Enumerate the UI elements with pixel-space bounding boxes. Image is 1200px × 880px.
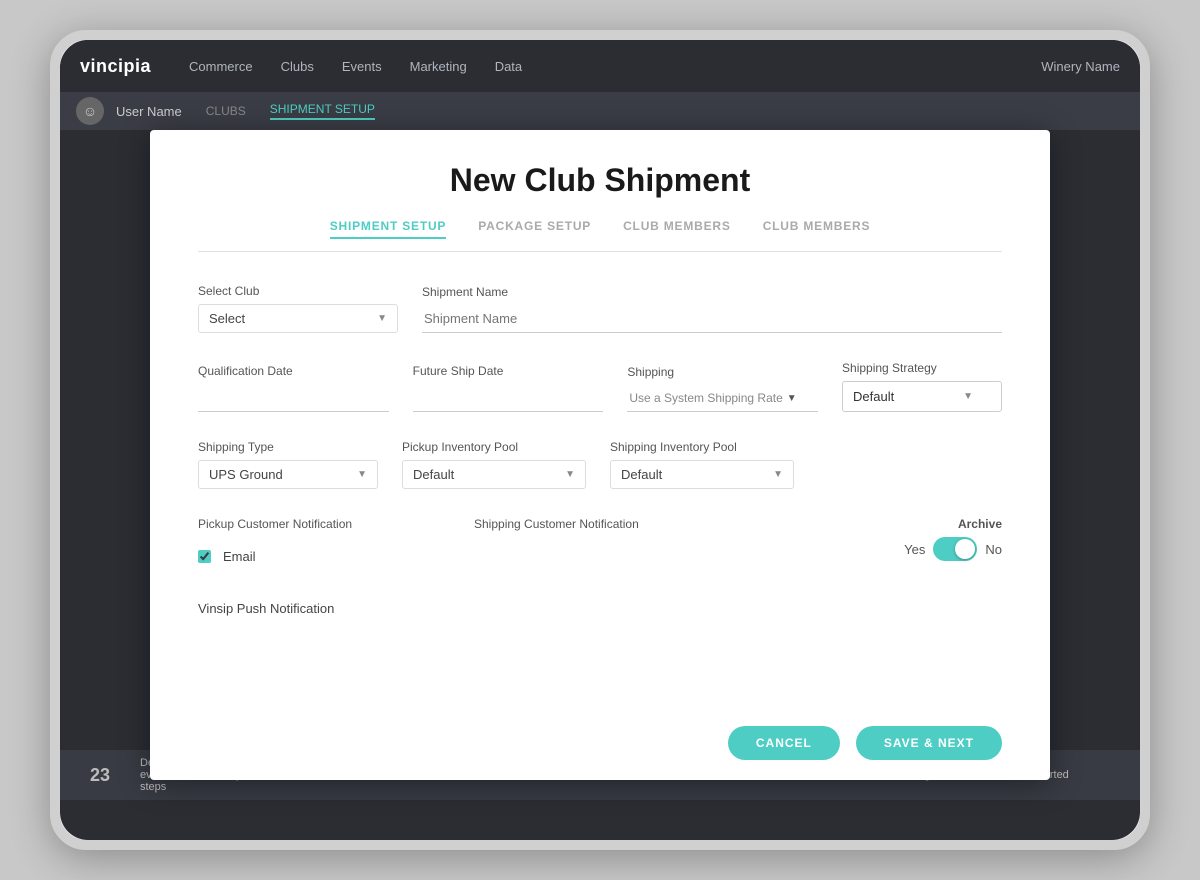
shipping-type-value: UPS Ground: [209, 467, 283, 482]
shipping-type-chevron-icon: ▼: [357, 469, 367, 480]
tab-club-members-1[interactable]: CLUB MEMBERS: [623, 219, 731, 239]
form-group-strategy: Shipping Strategy Default ▼: [842, 361, 1002, 412]
no-label: No: [985, 542, 1002, 557]
shipping-strategy-label: Shipping Strategy: [842, 361, 1002, 375]
vinsip-push-label: Vinsip Push Notification: [198, 601, 1002, 616]
form-group-pickup-inventory: Pickup Inventory Pool Default ▼: [402, 440, 586, 489]
tab-package-setup[interactable]: PACKAGE SETUP: [478, 219, 591, 239]
shipping-inventory-label: Shipping Inventory Pool: [610, 440, 794, 454]
email-label: Email: [223, 549, 256, 564]
shipment-name-input[interactable]: [422, 305, 1002, 333]
modal-footer: CANCEL SAVE & NEXT: [150, 710, 1050, 780]
form-group-shipping: Shipping Use a System Shipping Rate ▼: [627, 365, 818, 412]
future-ship-date-label: Future Ship Date: [413, 364, 604, 378]
nav-data[interactable]: Data: [495, 59, 522, 74]
modal-title: New Club Shipment: [198, 162, 1002, 199]
tablet-side-button[interactable]: [50, 380, 54, 410]
shipment-name-label: Shipment Name: [422, 285, 1002, 299]
shipping-notif-title: Shipping Customer Notification: [474, 517, 726, 531]
cancel-button[interactable]: CANCEL: [728, 726, 840, 760]
form-group-shipping-notif: Shipping Customer Notification: [474, 517, 726, 539]
select-club-value: Select: [209, 311, 245, 326]
tablet-shell: vincipia Commerce Clubs Events Marketing…: [50, 30, 1150, 850]
toggle-thumb: [955, 539, 975, 559]
pickup-notif-title: Pickup Customer Notification: [198, 517, 450, 531]
archive-label: Archive: [750, 517, 1002, 531]
yes-label: Yes: [904, 542, 925, 557]
avatar: ☺: [76, 97, 104, 125]
archive-section: Archive Yes No: [750, 517, 1002, 561]
shipping-label: Shipping: [627, 365, 818, 379]
nav-events[interactable]: Events: [342, 59, 382, 74]
pickup-inventory-select[interactable]: Default ▼: [402, 460, 586, 489]
shipping-strategy-select[interactable]: Default ▼: [842, 381, 1002, 412]
form-group-shipping-inventory: Shipping Inventory Pool Default ▼: [610, 440, 794, 489]
shipping-type-label: Shipping Type: [198, 440, 378, 454]
nav-clubs[interactable]: Clubs: [281, 59, 314, 74]
nav-marketing[interactable]: Marketing: [410, 59, 467, 74]
select-club-label: Select Club: [198, 284, 398, 298]
form-group-shipping-type: Shipping Type UPS Ground ▼: [198, 440, 378, 489]
select-club-chevron-icon: ▼: [377, 313, 387, 324]
user-bar-tab-clubs[interactable]: CLUBS: [206, 104, 246, 118]
future-ship-date-input[interactable]: [413, 384, 604, 412]
tab-shipment-setup[interactable]: SHIPMENT SETUP: [330, 219, 447, 239]
qualification-date-input[interactable]: [198, 384, 389, 412]
form-group-qual-date: Qualification Date: [198, 364, 389, 412]
form-group-pickup-notif: Pickup Customer Notification Email: [198, 517, 450, 564]
qualification-date-label: Qualification Date: [198, 364, 389, 378]
user-bar-tab-shipment[interactable]: SHIPMENT SETUP: [270, 102, 375, 120]
tablet-screen: vincipia Commerce Clubs Events Marketing…: [60, 40, 1140, 840]
user-bar: ☺ User Name CLUBS SHIPMENT SETUP: [60, 92, 1140, 130]
form-row-3: Shipping Type UPS Ground ▼ Pickup Invent…: [198, 440, 1002, 489]
form-group-shipment-name: Shipment Name: [422, 285, 1002, 333]
modal-content: New Club Shipment SHIPMENT SETUP PACKAGE…: [150, 130, 1050, 710]
toggle-row: Yes No: [750, 537, 1002, 561]
pickup-inventory-chevron-icon: ▼: [565, 469, 575, 480]
form-group-future-ship: Future Ship Date: [413, 364, 604, 412]
save-next-button[interactable]: SAVE & NEXT: [856, 726, 1002, 760]
tablet-home-button[interactable]: [1142, 400, 1150, 440]
nav-winery-name: Winery Name: [1041, 59, 1120, 74]
archive-toggle[interactable]: [933, 537, 977, 561]
form-row-1: Select Club Select ▼ Shipment Name: [198, 284, 1002, 333]
form-row-5: Vinsip Push Notification: [198, 601, 1002, 616]
form-row-2: Qualification Date Future Ship Date Ship…: [198, 361, 1002, 412]
form-group-vinsip: Vinsip Push Notification: [198, 601, 1002, 616]
shipping-inventory-select[interactable]: Default ▼: [610, 460, 794, 489]
bg-row-num: 23: [80, 765, 120, 786]
shipping-inventory-value: Default: [621, 467, 662, 482]
tab-club-members-2[interactable]: CLUB MEMBERS: [763, 219, 871, 239]
modal: New Club Shipment SHIPMENT SETUP PACKAGE…: [150, 130, 1050, 780]
shipping-placeholder: Use a System Shipping Rate: [629, 391, 782, 405]
select-club-dropdown[interactable]: Select ▼: [198, 304, 398, 333]
shipping-type-select[interactable]: UPS Ground ▼: [198, 460, 378, 489]
nav-commerce[interactable]: Commerce: [189, 59, 253, 74]
form-group-archive: Archive Yes No: [750, 517, 1002, 573]
shipping-inventory-chevron-icon: ▼: [773, 469, 783, 480]
shipping-select[interactable]: Use a System Shipping Rate ▼: [627, 385, 818, 412]
form-group-select-club: Select Club Select ▼: [198, 284, 398, 333]
modal-tabs: SHIPMENT SETUP PACKAGE SETUP CLUB MEMBER…: [198, 219, 1002, 252]
form-row-4: Pickup Customer Notification Email Shipp…: [198, 517, 1002, 573]
nav-logo: vincipia: [80, 56, 151, 77]
shipping-strategy-value: Default: [853, 389, 894, 404]
pickup-inventory-label: Pickup Inventory Pool: [402, 440, 586, 454]
pickup-inventory-value: Default: [413, 467, 454, 482]
strategy-chevron-icon: ▼: [963, 391, 973, 402]
top-nav: vincipia Commerce Clubs Events Marketing…: [60, 40, 1140, 92]
user-name: User Name: [116, 104, 182, 119]
email-checkbox[interactable]: [198, 550, 211, 563]
shipping-chevron-icon: ▼: [787, 393, 797, 404]
